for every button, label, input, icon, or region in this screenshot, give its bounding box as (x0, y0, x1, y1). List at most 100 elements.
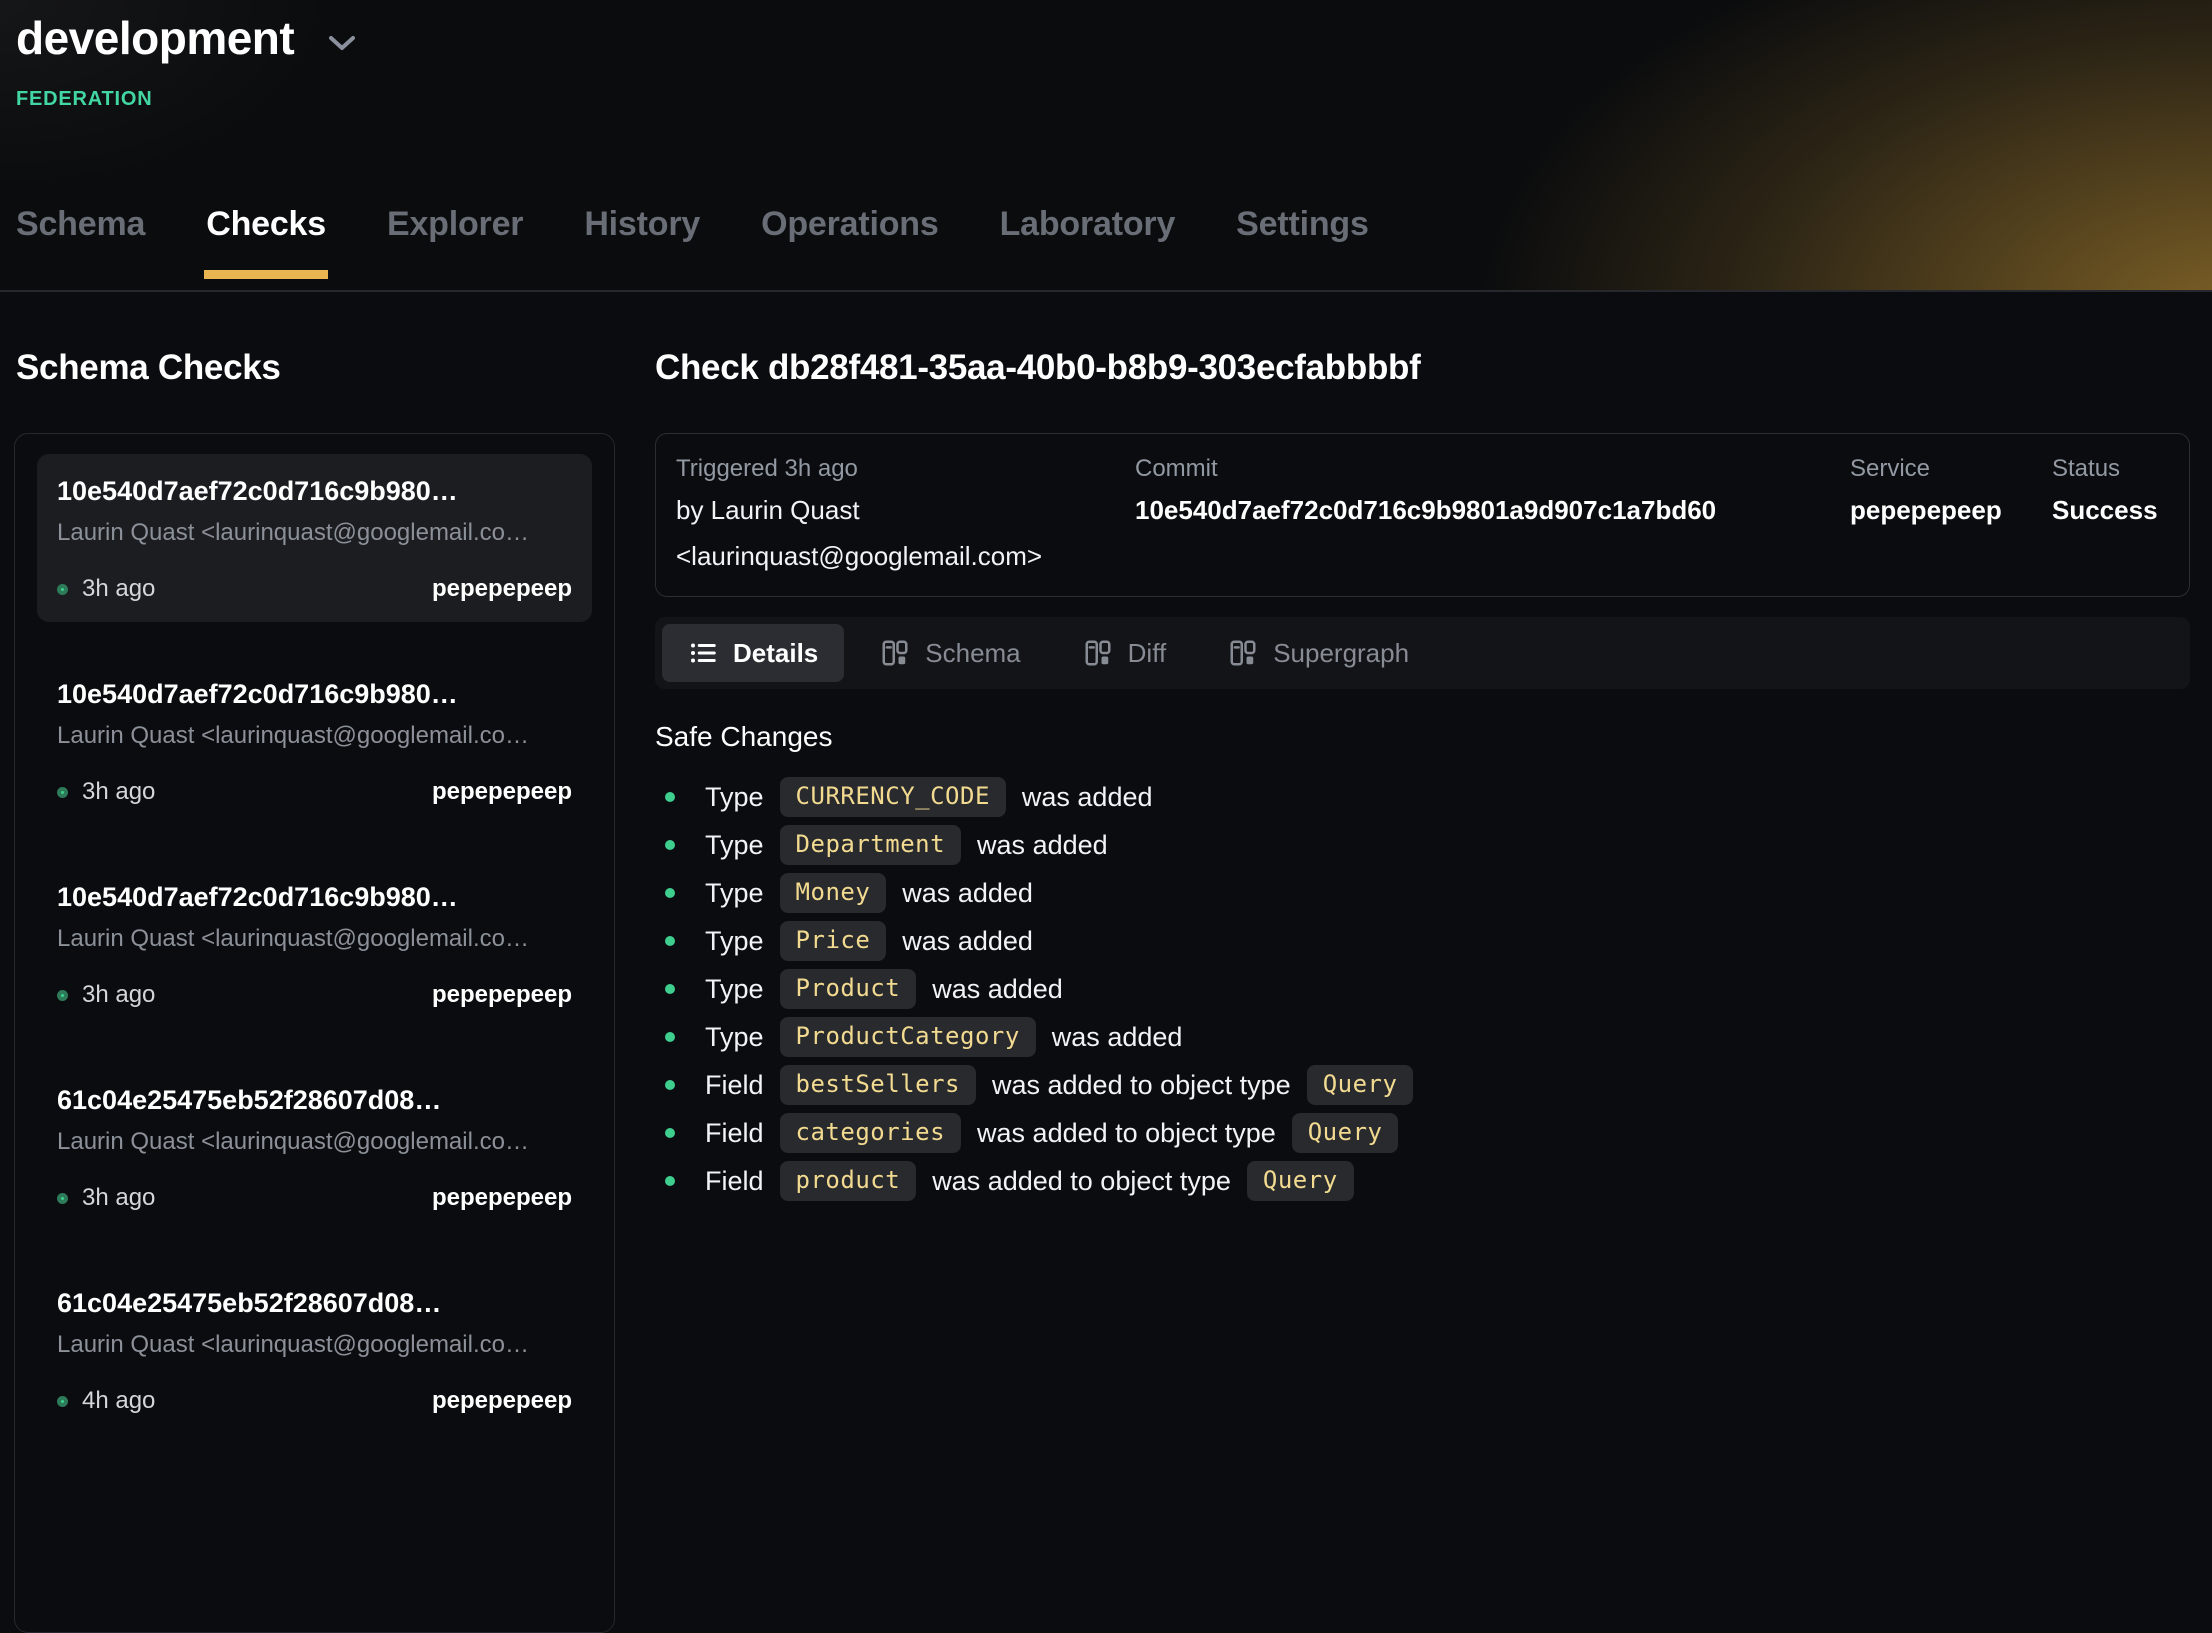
check-author: Laurin Quast <laurinquast@googlemail.co… (57, 1125, 572, 1159)
success-dot-icon (57, 584, 68, 595)
meta-status-cell: Status Success (2052, 454, 2169, 576)
change-list-item: Field categories was added to object typ… (655, 1113, 2190, 1153)
check-author: Laurin Quast <laurinquast@googlemail.co… (57, 719, 572, 753)
meta-service-cell: Service pepepepeep (1850, 454, 2052, 576)
change-list-item: Type ProductCategory was added (655, 1017, 2190, 1057)
change-description: was added (902, 926, 1033, 957)
change-kind: Type (705, 926, 764, 957)
status-label: Status (2052, 454, 2169, 484)
schema-check-list-item[interactable]: 10e540d7aef72c0d716c9b980… Laurin Quast … (37, 860, 592, 1028)
nav-tab[interactable]: Checks (204, 205, 328, 279)
change-code-chip: Product (780, 969, 917, 1009)
check-meta-row: 4h ago pepepepeep (57, 1386, 572, 1416)
change-target-chip: Query (1307, 1065, 1414, 1105)
check-time-wrap: 3h ago (57, 777, 155, 807)
view-tab[interactable]: Schema (854, 624, 1046, 682)
schema-check-list-item[interactable]: 61c04e25475eb52f28607d08… Laurin Quast <… (37, 1266, 592, 1434)
columns-icon (1083, 638, 1113, 668)
nav-tab[interactable]: Laboratory (998, 205, 1178, 279)
check-detail-title: Check db28f481-35aa-40b0-b8b9-303ecfabbb… (655, 348, 1420, 388)
change-target-chip: Query (1292, 1113, 1399, 1153)
change-list-item: Type CURRENCY_CODE was added (655, 777, 2190, 817)
safe-changes-list: Type CURRENCY_CODE was added Type Depart… (655, 777, 2190, 1201)
change-kind: Type (705, 782, 764, 813)
check-time-wrap: 3h ago (57, 980, 155, 1010)
schema-checks-list: 10e540d7aef72c0d716c9b980… Laurin Quast … (14, 433, 615, 1633)
schema-checks-title: Schema Checks (16, 348, 281, 388)
schema-check-list-item[interactable]: 10e540d7aef72c0d716c9b980… Laurin Quast … (37, 657, 592, 825)
view-tab-label: Schema (925, 638, 1020, 669)
success-dot-icon (57, 990, 68, 1001)
change-description: was added (1022, 782, 1153, 813)
change-code-chip: product (780, 1161, 917, 1201)
triggered-by: by Laurin Quast (676, 490, 1135, 530)
bullet-icon (665, 792, 675, 802)
check-commit-title: 10e540d7aef72c0d716c9b980… (57, 878, 572, 916)
bullet-icon (665, 1032, 675, 1042)
check-meta-row: 3h ago pepepepeep (57, 574, 572, 604)
bullet-icon (665, 936, 675, 946)
status-value: Success (2052, 490, 2169, 530)
change-kind: Field (705, 1070, 764, 1101)
chevron-down-icon (328, 34, 356, 52)
check-detail-panel: Triggered 3h ago by Laurin Quast <laurin… (655, 433, 2190, 1209)
view-tab-label: Diff (1128, 638, 1167, 669)
schema-check-list-item[interactable]: 61c04e25475eb52f28607d08… Laurin Quast <… (37, 1063, 592, 1231)
bullet-icon (665, 1080, 675, 1090)
check-view-tabs: Details Schema (655, 617, 2190, 689)
nav-tab[interactable]: Operations (759, 205, 940, 279)
check-service: pepepepeep (432, 574, 572, 604)
change-kind: Field (705, 1118, 764, 1149)
nav-tab[interactable]: Settings (1234, 205, 1371, 279)
bullet-icon (665, 888, 675, 898)
change-list-item: Type Product was added (655, 969, 2190, 1009)
check-service: pepepepeep (432, 777, 572, 807)
nav-tab[interactable]: Schema (14, 205, 147, 279)
change-code-chip: Price (780, 921, 887, 961)
check-time: 3h ago (82, 1183, 155, 1213)
bullet-icon (665, 1176, 675, 1186)
check-time: 3h ago (82, 777, 155, 807)
change-description: was added (1052, 1022, 1183, 1053)
view-tab-label: Details (733, 638, 818, 669)
view-tab[interactable]: Diff (1057, 624, 1193, 682)
change-description: was added to object type (992, 1070, 1291, 1101)
page-header: development FEDERATION Schema Checks Exp… (0, 0, 2212, 292)
list-icon (688, 638, 718, 668)
nav-tab[interactable]: History (582, 205, 702, 279)
check-author: Laurin Quast <laurinquast@googlemail.co… (57, 1328, 572, 1362)
change-kind: Field (705, 1166, 764, 1197)
main-nav: Schema Checks Explorer History Operation… (14, 205, 1371, 279)
change-description: was added (977, 830, 1108, 861)
change-code-chip: Money (780, 873, 887, 913)
service-label: Service (1850, 454, 2052, 484)
change-target-chip: Query (1247, 1161, 1354, 1201)
check-meta-box: Triggered 3h ago by Laurin Quast <laurin… (655, 433, 2190, 597)
change-list-item: Type Department was added (655, 825, 2190, 865)
check-author: Laurin Quast <laurinquast@googlemail.co… (57, 922, 572, 956)
meta-commit-cell: Commit 10e540d7aef72c0d716c9b9801a9d907c… (1135, 454, 1850, 576)
change-code-chip: categories (780, 1113, 962, 1153)
columns-icon (880, 638, 910, 668)
change-kind: Type (705, 1022, 764, 1053)
view-tab[interactable]: Supergraph (1202, 624, 1435, 682)
check-time: 3h ago (82, 574, 155, 604)
check-author: Laurin Quast <laurinquast@googlemail.co… (57, 516, 572, 550)
check-meta-row: 3h ago pepepepeep (57, 777, 572, 807)
project-name: development (16, 8, 294, 68)
check-service: pepepepeep (432, 980, 572, 1010)
project-selector[interactable]: development (16, 8, 356, 68)
success-dot-icon (57, 787, 68, 798)
meta-triggered-cell: Triggered 3h ago by Laurin Quast <laurin… (676, 454, 1135, 576)
success-dot-icon (57, 1396, 68, 1407)
safe-changes-heading: Safe Changes (655, 721, 2190, 753)
change-description: was added to object type (932, 1166, 1231, 1197)
schema-check-list-item[interactable]: 10e540d7aef72c0d716c9b980… Laurin Quast … (37, 454, 592, 622)
check-commit-title: 10e540d7aef72c0d716c9b980… (57, 675, 572, 713)
bullet-icon (665, 1128, 675, 1138)
nav-tab[interactable]: Explorer (385, 205, 525, 279)
check-meta-row: 3h ago pepepepeep (57, 980, 572, 1010)
view-tab[interactable]: Details (662, 624, 844, 682)
check-time-wrap: 3h ago (57, 1183, 155, 1213)
check-commit-title: 10e540d7aef72c0d716c9b980… (57, 472, 572, 510)
